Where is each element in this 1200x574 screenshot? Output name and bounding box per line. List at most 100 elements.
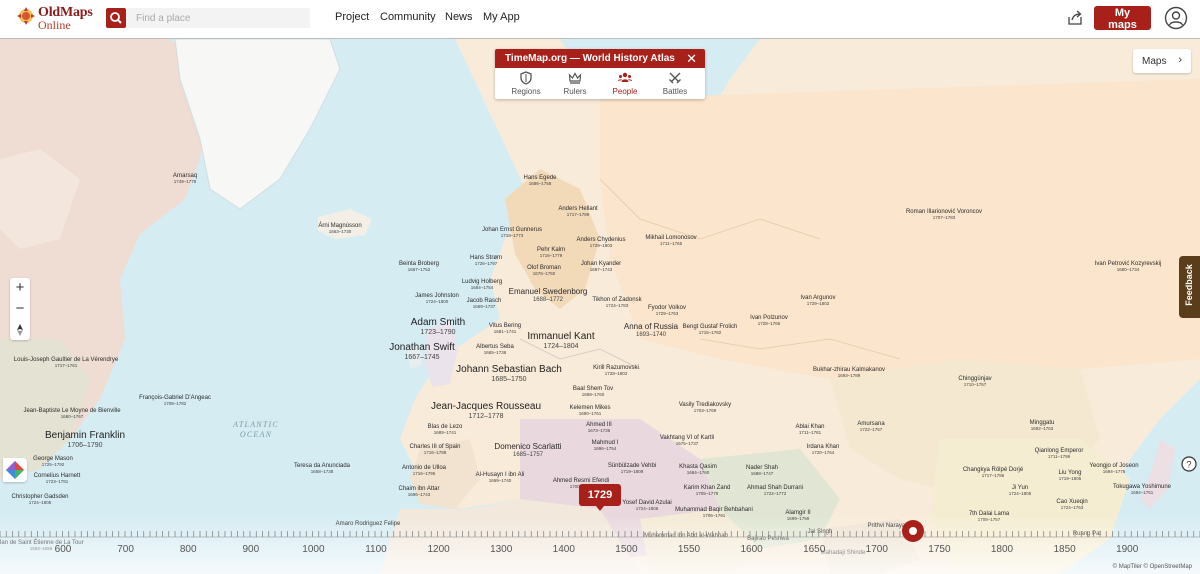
person-marker[interactable]: Anders Chydenius 1729–1803 bbox=[576, 237, 625, 249]
person-marker[interactable]: Yosef David Azulai 1724–1806 bbox=[622, 500, 671, 512]
timeline-year-label[interactable]: 900 bbox=[242, 544, 259, 555]
person-marker[interactable]: Adam Smith 1723–1790 bbox=[411, 318, 465, 337]
person-marker[interactable]: Qianlong Emperor 1711–1799 bbox=[1035, 448, 1084, 460]
person-marker[interactable]: François-Gabriel D'Angeac 1708–1782 bbox=[139, 395, 211, 407]
timeline-year-label[interactable]: 1300 bbox=[490, 544, 512, 555]
person-marker[interactable]: Ahmed III 1673–1736 bbox=[586, 422, 612, 434]
timeline-year-label[interactable]: 1900 bbox=[1116, 544, 1138, 555]
layers-button[interactable] bbox=[3, 458, 27, 482]
tab-regions[interactable]: Regions bbox=[500, 71, 552, 97]
nav-community[interactable]: Community bbox=[380, 11, 436, 23]
timeline-year-label[interactable]: 1550 bbox=[678, 544, 700, 555]
person-marker[interactable]: Louis-Joseph Gaultier de La Vérendrye 171… bbox=[14, 357, 118, 369]
person-marker[interactable]: George Mason 1725–1792 bbox=[33, 456, 73, 468]
person-marker[interactable]: Olof Broman 1676–1750 bbox=[527, 265, 561, 277]
nav-project[interactable]: Project bbox=[335, 11, 369, 23]
feedback-tab[interactable]: Feedback bbox=[1179, 256, 1200, 318]
share-icon[interactable] bbox=[1066, 9, 1084, 27]
person-marker[interactable]: James Johnston 1724–1800 bbox=[415, 293, 459, 305]
search-button[interactable] bbox=[106, 8, 126, 28]
person-marker[interactable]: Immanuel Kant 1724–1804 bbox=[527, 332, 594, 351]
person-marker[interactable]: Ivan Argunov 1729–1802 bbox=[800, 295, 835, 307]
timeline-year-label[interactable]: 800 bbox=[180, 544, 197, 555]
person-marker[interactable]: Anna of Russia 1693–1740 bbox=[624, 323, 678, 339]
person-marker[interactable]: Domenico Scarlatti 1685–1757 bbox=[494, 443, 561, 459]
maps-button[interactable]: Maps › bbox=[1133, 49, 1191, 73]
close-icon[interactable]: ✕ bbox=[686, 49, 697, 68]
person-marker[interactable]: Cornelius Harnett 1723–1781 bbox=[34, 473, 81, 485]
tab-people[interactable]: People bbox=[599, 71, 651, 97]
timeline-year-label[interactable]: 700 bbox=[117, 544, 134, 555]
timeline-year-label[interactable]: 1750 bbox=[928, 544, 950, 555]
person-marker[interactable]: Hans Strøm 1726–1797 bbox=[470, 255, 502, 267]
person-marker[interactable]: Khasta Qasim 1684–1760 bbox=[679, 464, 717, 476]
search-input[interactable] bbox=[126, 8, 310, 28]
timeline-year-label[interactable]: 1650 bbox=[803, 544, 825, 555]
person-marker[interactable]: Arnarsaq 1749–1778 bbox=[173, 173, 197, 185]
person-marker[interactable]: Liu Yong 1719–1805 bbox=[1058, 470, 1081, 482]
person-marker[interactable]: Sünbülzade Vehbi 1719–1809 bbox=[608, 463, 656, 475]
help-icon[interactable]: ? bbox=[1180, 455, 1198, 473]
person-marker[interactable]: Vitus Bering 1681–1741 bbox=[489, 323, 521, 335]
user-account-icon[interactable] bbox=[1164, 6, 1188, 30]
timeline-year-label[interactable]: 1200 bbox=[427, 544, 449, 555]
person-marker[interactable]: Yeongjo of Joseon 1694–1776 bbox=[1089, 463, 1138, 475]
zoom-in-button[interactable]: + bbox=[10, 278, 30, 298]
person-marker[interactable]: Johan Kyander 1687–1743 bbox=[581, 261, 621, 273]
person-marker[interactable]: Teresa da Anunciada 1658–1738 bbox=[294, 463, 350, 475]
person-marker[interactable]: Jacob Rasch 1669–1737 bbox=[467, 298, 502, 310]
person-marker[interactable]: Vakhtang VI of Kartli 1675–1737 bbox=[660, 435, 714, 447]
person-marker[interactable]: Ludvig Holberg 1684–1754 bbox=[462, 279, 502, 291]
person-marker[interactable]: Cao Xueqin 1724–1763 bbox=[1056, 499, 1087, 511]
person-marker[interactable]: Irdana Khan 1720–1764 bbox=[807, 444, 840, 456]
person-marker[interactable]: Benjamin Franklin 1706–1790 bbox=[45, 431, 125, 450]
timeline-bar[interactable]: 600 700 800 900 1000 1100 1200 1300 1400 1500 1550… bbox=[0, 515, 1200, 574]
person-marker[interactable]: Minggatu 1692–1763 bbox=[1030, 420, 1055, 432]
nav-news[interactable]: News bbox=[445, 11, 473, 23]
compass-button[interactable] bbox=[10, 320, 30, 340]
tab-battles[interactable]: Battles bbox=[649, 71, 701, 97]
person-marker[interactable]: Chaim ibn Attar 1696–1743 bbox=[398, 486, 439, 498]
timeline-year-label[interactable]: 1850 bbox=[1053, 544, 1075, 555]
person-marker[interactable]: Antonio de Ulloa 1716–1795 bbox=[402, 465, 446, 477]
person-marker[interactable]: Albertus Seba 1665–1736 bbox=[476, 344, 514, 356]
tab-rulers[interactable]: Rulers bbox=[549, 71, 601, 97]
person-marker[interactable]: Tokugawa Yoshimune 1684–1751 bbox=[1113, 484, 1171, 496]
person-marker[interactable]: Fyodor Volkov 1729–1763 bbox=[648, 305, 686, 317]
timeline-year-label[interactable]: 1500 bbox=[615, 544, 637, 555]
timeline-year-label[interactable]: 1400 bbox=[553, 544, 575, 555]
person-marker[interactable]: Kirill Razumovski 1728–1803 bbox=[593, 365, 639, 377]
person-marker[interactable]: Hans Egede 1686–1758 bbox=[523, 175, 556, 187]
person-marker[interactable]: Johann Sebastian Bach 1685–1750 bbox=[456, 365, 562, 384]
timeline-year-label[interactable]: 1000 bbox=[302, 544, 324, 555]
timeline-year-label[interactable]: 1700 bbox=[866, 544, 888, 555]
timeline-year-label[interactable]: 1600 bbox=[740, 544, 762, 555]
person-marker[interactable]: Ahmad Shah Durrani 1722–1772 bbox=[747, 485, 803, 497]
person-marker[interactable]: Roman Illarionović Voroncov 1707–1783 bbox=[906, 209, 982, 221]
person-marker[interactable]: Ivan Polzunov 1728–1766 bbox=[750, 315, 788, 327]
person-marker[interactable]: Pehr Kalm 1716–1779 bbox=[537, 247, 565, 259]
person-marker[interactable]: Blas de Lezo 1689–1741 bbox=[428, 424, 463, 436]
person-marker[interactable]: Mikhail Lomonosov 1711–1765 bbox=[645, 235, 696, 247]
person-marker[interactable]: Baal Shem Tov 1698–1760 bbox=[573, 386, 613, 398]
nav-my-app[interactable]: My App bbox=[483, 11, 520, 23]
timeline-handle[interactable] bbox=[902, 520, 924, 542]
person-marker[interactable]: Al-Husayn I ibn Ali 1669–1740 bbox=[476, 472, 525, 484]
person-marker[interactable]: Anders Hellant 1717–1789 bbox=[558, 206, 597, 218]
person-marker[interactable]: Amursana 1722–1757 bbox=[857, 421, 884, 433]
person-marker[interactable]: Ablai Khan 1711–1781 bbox=[795, 424, 824, 436]
person-marker[interactable]: Charles III of Spain 1716–1788 bbox=[409, 444, 460, 456]
timeline-year-label[interactable]: 1100 bbox=[365, 544, 387, 555]
person-marker[interactable]: Jean-Baptiste Le Moyne de Bienville 1680–… bbox=[23, 408, 120, 420]
timeline-year-label[interactable]: 600 bbox=[55, 544, 72, 555]
person-marker[interactable]: Christopher Gadsden 1724–1805 bbox=[11, 494, 68, 506]
person-marker[interactable]: Beinta Broberg 1667–1752 bbox=[399, 261, 439, 273]
person-marker[interactable]: Bukhar-zhirau Kalmakanov 1693–1789 bbox=[813, 367, 885, 379]
person-marker[interactable]: Tikhon of Zadonsk 1724–1783 bbox=[592, 297, 641, 309]
person-marker[interactable]: Jonathan Swift 1667–1745 bbox=[389, 343, 455, 362]
person-marker[interactable]: Johan Ernst Gunnerus 1718–1773 bbox=[482, 227, 542, 239]
person-marker[interactable]: Vasily Trediakovsky 1703–1769 bbox=[679, 402, 731, 414]
person-marker[interactable]: Ji Yun 1724–1805 bbox=[1009, 485, 1032, 497]
person-marker[interactable]: Changkya Rölpé Dorjé 1717–1786 bbox=[963, 467, 1023, 479]
person-marker[interactable]: Kelemen Mikes 1690–1761 bbox=[569, 405, 610, 417]
